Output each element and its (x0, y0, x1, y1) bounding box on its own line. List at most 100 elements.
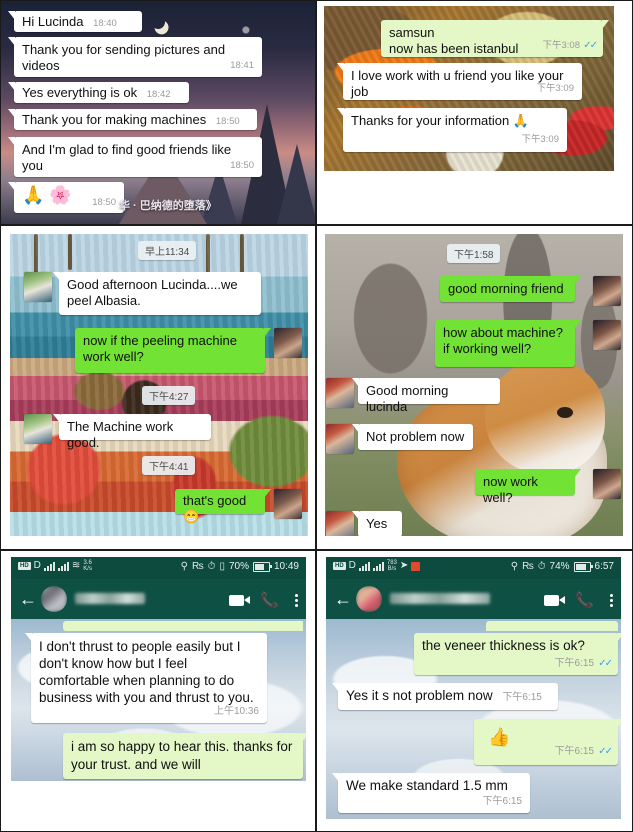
man2-avatar[interactable] (326, 424, 354, 454)
man2-avatar[interactable] (326, 378, 354, 408)
chat-bubble[interactable]: samsun now has been istanbul 下午3:08 ✓✓ (381, 20, 609, 57)
panel-chat-dog: 下午1:58 good morning friend how about mac… (316, 225, 633, 550)
message-text: And I'm glad to find good friends like y… (22, 142, 232, 173)
double-check-icon: ✓✓ (583, 40, 598, 51)
message-time: 上午10:36 (213, 706, 259, 717)
chat-bubble[interactable]: We make standard 1.5 mm 下午6:15 (332, 773, 530, 813)
contact-avatar[interactable] (41, 586, 67, 612)
wifi-icon: ≋ (71, 560, 81, 571)
message-text: the veneer thickness is ok? (422, 638, 585, 653)
chat-bubble[interactable]: Yes everything is ok 18:42 (8, 82, 189, 103)
video-camera-icon[interactable] (229, 594, 251, 606)
status-bar-right: ⚲ ₨ ⏱ ▯ 70% 10:49 (181, 561, 299, 572)
man-avatar[interactable] (24, 272, 52, 302)
message-time: 18:50 (230, 160, 254, 171)
chat-bubble[interactable]: Yes it s not problem now 下午6:15 (332, 683, 558, 710)
signal-bars-icon (43, 561, 55, 571)
chat-bubble[interactable]: now work well? (475, 469, 581, 505)
panel-chat-resort: 早上11:34 Good afternoon Lucinda....we pee… (0, 225, 316, 550)
chat-bubble[interactable]: Good morning lucinda (352, 378, 500, 414)
chat-bubble[interactable]: how about machine? if working well? (435, 320, 581, 367)
message-emoji: 👍 (488, 727, 511, 747)
dog-nose (557, 407, 573, 418)
chat-bubble[interactable]: 👍 下午6:15 ✓✓ (474, 719, 621, 765)
chat-bubble[interactable]: Hi Lucinda 18:40 (8, 11, 142, 32)
network-speed: 3.6 K/s (83, 560, 92, 572)
double-check-icon: ✓✓ (598, 746, 613, 757)
battery-percent: 70% (228, 561, 249, 572)
battery-icon (252, 561, 272, 572)
chat-bubble[interactable]: The Machine work good. (53, 414, 211, 450)
battery-percent: 74% (549, 561, 570, 572)
chat-bubble[interactable]: Thank you for making machines 18:50 (8, 109, 257, 130)
chat-bubble[interactable]: I don't thrust to people easily but I do… (25, 633, 267, 723)
chat-bubble-partial[interactable] (486, 621, 618, 631)
message-text: i am so happy to hear this. thanks for y… (71, 739, 293, 772)
contact-avatar[interactable] (356, 586, 382, 612)
message-text: now if the peeling machine work well? (83, 333, 237, 364)
dog-head (485, 359, 605, 474)
status-clock: 6:57 (594, 561, 614, 572)
double-check-icon: ✓✓ (598, 658, 613, 669)
woman-avatar[interactable] (593, 320, 621, 350)
chat-bubble[interactable]: 🙏 🌸 18:50 (8, 182, 124, 213)
day-divider: 下午4:41 (142, 456, 196, 475)
chat-bubble[interactable]: And I'm glad to find good friends like y… (8, 137, 262, 177)
chat-bubble[interactable]: the veneer thickness is ok? 下午6:15 ✓✓ (414, 633, 621, 675)
message-text: Good afternoon Lucinda....we peel Albasi… (67, 277, 238, 308)
status-bar-left: HD D 783 B/s ➤ (333, 560, 421, 572)
status-bar-left: HD D ≋ 3.6 K/s (18, 560, 92, 572)
contact-name[interactable] (75, 593, 145, 604)
chat-bubble[interactable]: that's good 😁 (175, 489, 271, 524)
chat-bubble[interactable]: now if the peeling machine work well? (75, 328, 271, 373)
chat-bubble[interactable]: Thanks for your information 🙏 下午3:09 (337, 108, 567, 152)
phone-icon[interactable]: 📞 (260, 591, 279, 609)
cursor-icon: ➤ (399, 560, 409, 571)
message-text: samsun now has been istanbul (389, 25, 519, 56)
woman-avatar[interactable] (593, 469, 621, 499)
chat-bubble[interactable]: i am so happy to hear this. thanks for y… (63, 733, 306, 779)
message-time: 18:42 (146, 89, 171, 100)
moon-icon (149, 13, 167, 31)
phone-icon[interactable]: 📞 (575, 591, 594, 609)
signal-bars-icon (57, 561, 69, 571)
palm-trunk (34, 234, 38, 276)
palm-trunk (68, 234, 72, 270)
chat-bubble[interactable]: good morning friend (440, 276, 581, 302)
woman-avatar[interactable] (274, 489, 302, 519)
video-camera-icon[interactable] (544, 594, 566, 606)
chat-bubble[interactable]: Good afternoon Lucinda....we peel Albasi… (53, 272, 261, 315)
message-time: 下午6:15 (554, 658, 594, 669)
hd-icon: HD (333, 562, 346, 570)
three-dots-menu-icon[interactable] (610, 593, 613, 607)
chat-bubble[interactable]: Yes (352, 511, 402, 536)
mountain-peak (277, 144, 315, 224)
status-bar: HD D ≋ 3.6 K/s ⚲ ₨ ⏱ ▯ 70% 10:49 (11, 557, 306, 579)
day-divider: 下午1:58 (447, 244, 501, 263)
woman-avatar[interactable] (593, 276, 621, 306)
panel-chat-food: samsun now has been istanbul 下午3:08 ✓✓ I… (316, 0, 633, 225)
message-text: Yes it s not problem now (346, 688, 493, 703)
back-arrow-icon[interactable]: ← (19, 590, 37, 608)
woman-avatar[interactable] (274, 328, 302, 358)
message-time: 18:40 (93, 18, 117, 29)
man2-avatar[interactable] (326, 511, 354, 536)
vpn-key-icon: ⚲ (510, 560, 519, 572)
panel-whatsapp-trust: HD D ≋ 3.6 K/s ⚲ ₨ ⏱ ▯ 70% 10:49 ← 📞 I d… (0, 550, 316, 832)
back-arrow-icon[interactable]: ← (334, 590, 352, 608)
message-text: Thanks for your information 🙏 (351, 113, 530, 128)
vpn-key-icon: ⚲ (180, 560, 188, 572)
chat-viewport: 下午1:58 good morning friend how about mac… (325, 234, 623, 536)
contact-name[interactable] (390, 593, 490, 604)
app-bar-actions: 📞 (229, 591, 298, 609)
message-time: 18:41 (230, 60, 254, 71)
chat-bubble-partial[interactable] (63, 621, 303, 631)
status-bar-right: ⚲ ₨ ⏱ 74% 6:57 (511, 561, 614, 572)
message-time: 下午3:09 (536, 83, 575, 94)
panel-whatsapp-veneer: HD D 783 B/s ➤ ⚲ ₨ ⏱ 74% 6:57 ← 📞 the ve… (316, 550, 633, 832)
chat-bubble[interactable]: I love work with u friend you like your … (337, 63, 582, 100)
man-avatar[interactable] (24, 414, 52, 444)
chat-bubble[interactable]: Not problem now (352, 424, 473, 450)
three-dots-menu-icon[interactable] (295, 593, 298, 607)
chat-bubble[interactable]: Thank you for sending pictures and video… (8, 37, 262, 77)
